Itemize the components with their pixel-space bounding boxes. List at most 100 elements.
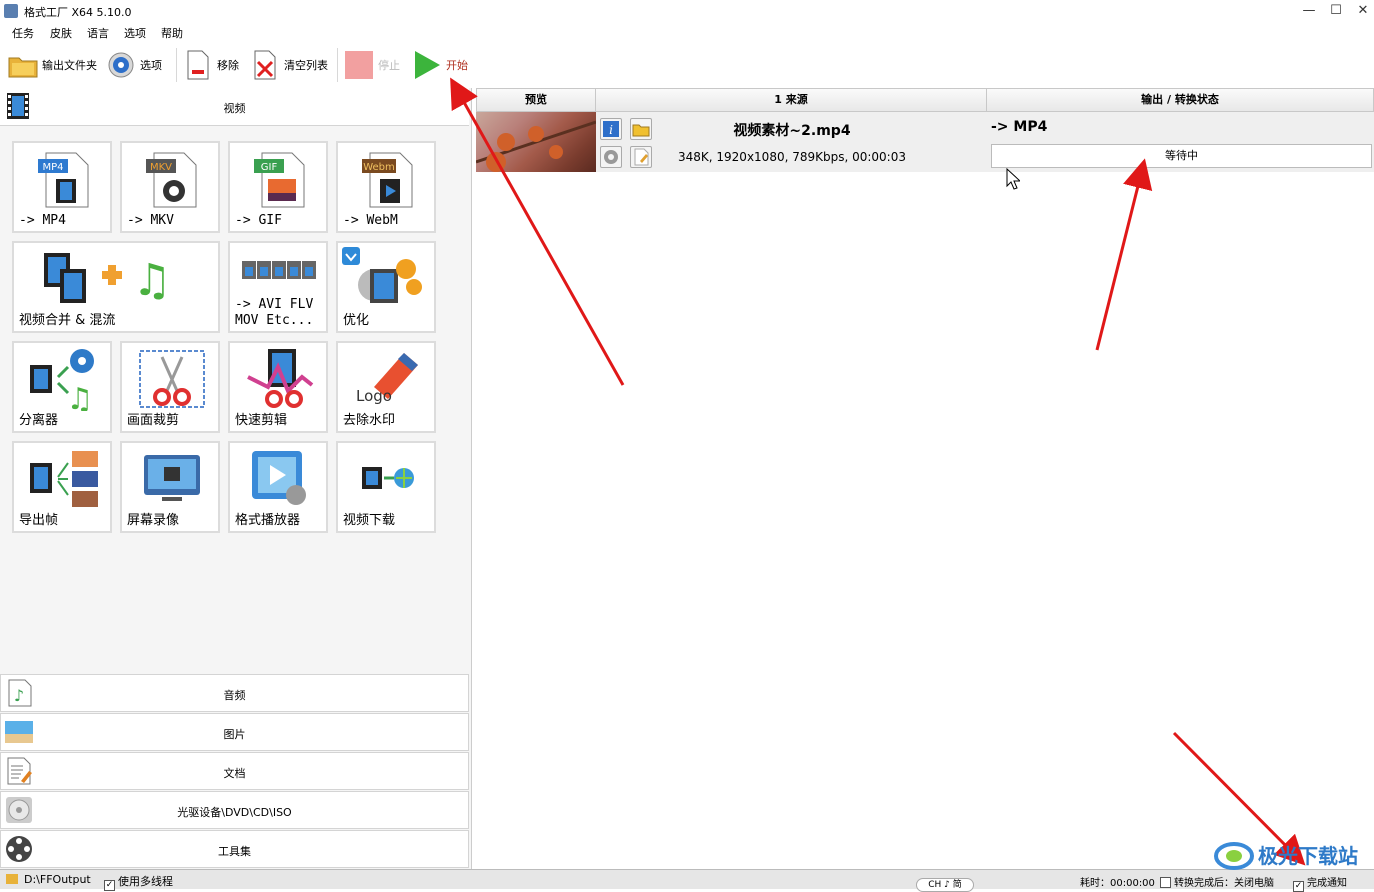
window-title: 格式工厂 X64 5.10.0 xyxy=(24,6,132,19)
watermark: 极光下载站 xyxy=(1214,836,1364,876)
folder-icon xyxy=(8,50,38,80)
tile-to-mkv[interactable]: MKV -> MKV xyxy=(120,141,220,233)
menu-bar: 任务 皮肤 语言 选项 帮助 xyxy=(0,22,1374,42)
tile-label: 分离器 xyxy=(19,413,59,428)
video-download-icon xyxy=(362,467,414,489)
svg-text:MP4: MP4 xyxy=(42,162,63,173)
checkbox-unchecked xyxy=(1160,877,1171,888)
tile-splitter[interactable]: ♫ 分离器 xyxy=(12,341,112,433)
stop-button[interactable]: 停止 xyxy=(344,50,400,80)
tile-label: 格式播放器 xyxy=(235,513,301,528)
multithread-label: 使用多线程 xyxy=(118,875,173,888)
gear-icon xyxy=(106,50,136,80)
menu-language[interactable]: 语言 xyxy=(87,25,109,41)
tile-video-download[interactable]: 视频下载 xyxy=(336,441,436,533)
tile-to-avi-flv-mov[interactable]: -> AVI FLV MOV Etc... xyxy=(228,241,328,333)
tile-label: 导出帧 xyxy=(19,513,59,528)
shutdown-after-checkbox[interactable]: 转换完成后：关闭电脑 xyxy=(1160,874,1274,889)
ime-indicator[interactable]: CH ♪ 简 xyxy=(916,878,974,892)
tile-to-webm[interactable]: Webm -> WebM xyxy=(336,141,436,233)
menu-task[interactable]: 任务 xyxy=(12,25,34,41)
category-audio[interactable]: ♪ 音频 xyxy=(0,674,469,712)
shutdown-after-label: 转换完成后：关闭电脑 xyxy=(1174,878,1274,889)
tile-label: -> MKV xyxy=(127,213,174,228)
info-button[interactable]: i xyxy=(600,118,622,140)
category-document[interactable]: 文档 xyxy=(0,752,469,790)
output-folder-label: 输出文件夹 xyxy=(42,59,97,72)
options-label: 选项 xyxy=(140,59,162,72)
player-icon xyxy=(252,451,306,505)
screen-record-icon xyxy=(144,455,200,501)
tile-to-mp4[interactable]: MP4 -> MP4 xyxy=(12,141,112,233)
notify-checkbox[interactable]: ✓ 完成通知 xyxy=(1293,874,1347,892)
tile-label: -> AVI FLV MOV Etc... xyxy=(235,297,314,328)
svg-text:MKV: MKV xyxy=(150,162,172,173)
status-badge: 等待中 xyxy=(991,144,1372,168)
options-button[interactable]: 选项 xyxy=(106,50,162,80)
tile-format-player[interactable]: 格式播放器 xyxy=(228,441,328,533)
svg-text:Webm: Webm xyxy=(363,162,395,173)
tile-optimize[interactable]: 优化 xyxy=(336,241,436,333)
tile-label: 去除水印 xyxy=(343,413,396,428)
title-bar: 格式工厂 X64 5.10.0 — ☐ ✕ xyxy=(0,0,1374,22)
mouse-cursor-icon xyxy=(1006,168,1020,190)
clear-list-button[interactable]: 清空列表 xyxy=(250,50,328,80)
remove-button[interactable]: 移除 xyxy=(183,50,239,80)
column-header-output[interactable]: 输出 / 转换状态 xyxy=(986,88,1374,112)
column-header-source[interactable]: 1 来源 xyxy=(595,88,987,112)
formats-icon xyxy=(242,261,316,279)
tile-label: -> WebM xyxy=(343,213,398,228)
tile-screen-record[interactable]: 屏幕录像 xyxy=(120,441,220,533)
notify-label: 完成通知 xyxy=(1307,878,1347,889)
category-video[interactable]: 视频 xyxy=(0,88,469,126)
category-tools[interactable]: 工具集 xyxy=(0,830,469,868)
multithread-checkbox[interactable]: ✓ 使用多线程 xyxy=(104,873,173,891)
file-info: 348K, 1920x1080, 789Kbps, 00:00:03 xyxy=(678,150,906,164)
maximize-button[interactable]: ☐ xyxy=(1322,2,1350,20)
category-image[interactable]: 图片 xyxy=(0,713,469,751)
tile-label: 优化 xyxy=(343,313,370,328)
mp4-file-icon: MP4 xyxy=(38,152,89,208)
webm-file-icon: Webm xyxy=(362,152,413,208)
menu-options[interactable]: 选项 xyxy=(124,25,146,41)
checkbox-checked: ✓ xyxy=(1293,881,1304,892)
output-folder-button[interactable]: 输出文件夹 xyxy=(8,50,97,80)
start-button[interactable]: 开始 xyxy=(412,50,468,80)
menu-skin[interactable]: 皮肤 xyxy=(50,25,72,41)
watermark-text: 极光下载站 xyxy=(1258,844,1358,868)
tile-crop[interactable]: 画面裁剪 xyxy=(120,341,220,433)
clear-list-icon xyxy=(250,50,280,80)
menu-help[interactable]: 帮助 xyxy=(161,25,183,41)
table-row[interactable]: i 视频素材~2.mp4 348K, 1920x1080, 789Kbps, 0… xyxy=(475,112,1374,172)
checkbox-checked: ✓ xyxy=(104,880,115,891)
left-panel: 视频 MP4 -> MP4 MKV -> MKV GIF -> GIF Webm… xyxy=(0,88,472,869)
elapsed-time: 耗时：00:00:00 xyxy=(1080,878,1155,889)
settings-button[interactable] xyxy=(600,146,622,168)
category-tools-label: 工具集 xyxy=(218,845,251,858)
category-disc[interactable]: 光驱设备\DVD\CD\ISO xyxy=(0,791,469,829)
svg-text:♫: ♫ xyxy=(132,255,171,306)
stop-label: 停止 xyxy=(378,59,400,72)
toolbar: 输出文件夹 选项 移除 清空列表 停止 开始 xyxy=(0,42,1374,88)
task-list: 预览 1 来源 输出 / 转换状态 i 视频素材~2.mp4 348K, 192… xyxy=(475,88,1374,869)
svg-text:GIF: GIF xyxy=(261,162,278,173)
category-disc-label: 光驱设备\DVD\CD\ISO xyxy=(177,806,292,819)
output-path[interactable]: D:\FFOutput xyxy=(24,873,91,886)
file-name: 视频素材~2.mp4 xyxy=(733,123,851,139)
tile-quick-clip[interactable]: 快速剪辑 xyxy=(228,341,328,433)
tile-to-gif[interactable]: GIF -> GIF xyxy=(228,141,328,233)
watermark-logo-icon xyxy=(1214,842,1254,870)
tile-video-merge[interactable]: ♫ 视频合并 & 混流 xyxy=(12,241,220,333)
column-header-preview[interactable]: 预览 xyxy=(476,88,596,112)
remove-file-icon xyxy=(183,50,213,80)
merge-icon: ♫ xyxy=(44,253,172,306)
tile-label: -> MP4 xyxy=(19,213,66,228)
close-button[interactable]: ✕ xyxy=(1349,2,1374,20)
start-label: 开始 xyxy=(446,59,468,72)
category-video-label: 视频 xyxy=(223,102,246,115)
tile-remove-watermark[interactable]: Logo 去除水印 xyxy=(336,341,436,433)
gif-file-icon: GIF xyxy=(254,152,305,208)
tile-label: 视频下载 xyxy=(343,513,396,528)
minimize-button[interactable]: — xyxy=(1295,2,1323,20)
tile-export-frames[interactable]: 导出帧 xyxy=(12,441,112,533)
